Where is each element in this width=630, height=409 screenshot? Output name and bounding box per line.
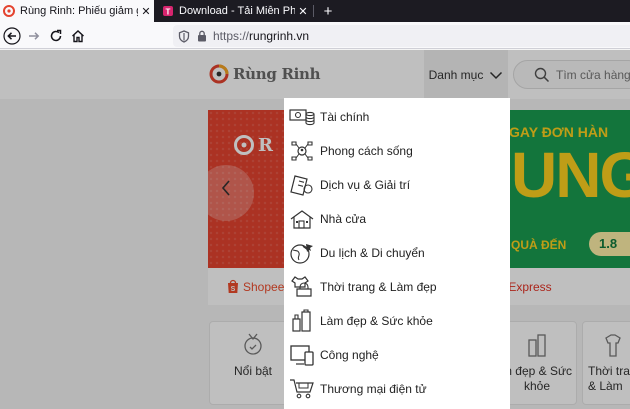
home-button[interactable] [67,25,89,47]
page-content: Rùng Rinh Danh mục Tìm cửa hàng R GAY ĐƠ… [0,50,630,409]
forward-arrow-icon [29,32,40,40]
reload-icon [50,29,62,42]
tab-title: Download - Tải Miễn Phí VN - P [179,5,295,17]
clothing-icon [289,275,315,299]
menu-item-label: Nhà cửa [320,212,367,226]
menu-item-label: Thời trang & Làm đẹp [320,280,437,294]
new-tab-button[interactable]: + [318,0,338,22]
cosmetics-icon [289,309,315,333]
menu-item-nha-cua[interactable]: Nhà cửa [284,202,510,236]
menu-item-thuong-mai[interactable]: Thương mại điện tử [284,372,510,406]
money-icon [289,105,315,129]
close-tab-icon[interactable]: ✕ [295,5,311,18]
menu-item-cong-nghe[interactable]: Công nghệ [284,338,510,372]
browser-tab-bar: Rùng Rinh: Phiếu giảm giá, Ch ✕ T Downlo… [0,0,630,22]
globe-plane-icon [289,241,315,265]
menu-item-label: Công nghệ [320,348,379,362]
back-arrow-icon [3,27,21,45]
menu-item-label: Làm đẹp & Sức khỏe [320,314,433,328]
menu-item-label: Tài chính [320,110,370,124]
tab-rungrinh[interactable]: Rùng Rinh: Phiếu giảm giá, Ch ✕ [0,0,154,22]
tab-separator [313,5,314,17]
rungrinh-favicon-icon [3,5,15,17]
home-icon [72,30,84,43]
menu-item-thoi-trang[interactable]: Thời trang & Làm đẹp [284,270,510,304]
menu-item-lam-dep[interactable]: Làm đẹp & Sức khỏe [284,304,510,338]
address-bar[interactable]: https://rungrinh.vn [173,25,630,47]
menu-item-label: Dịch vụ & Giải trí [320,178,411,192]
url-text: https://rungrinh.vn [213,29,309,43]
tab-title: Rùng Rinh: Phiếu giảm giá, Ch [20,5,138,17]
menu-item-label: Phong cách sống [320,144,413,158]
menu-item-label: Thương mại điện tử [320,382,427,396]
menu-item-phong-cach-song[interactable]: Phong cách sống [284,134,510,168]
url-host: rungrinh.vn [249,29,310,43]
menu-item-label: Du lịch & Di chuyển [320,246,425,260]
category-dropdown-menu: Tài chính Phong cách sống Dịch vụ & Giải… [284,98,510,409]
tab-download[interactable]: T Download - Tải Miễn Phí VN - P ✕ [159,0,311,22]
devices-icon [289,343,315,367]
back-button[interactable] [1,25,23,47]
lock-icon[interactable] [197,30,207,42]
cart-icon [289,377,315,401]
close-tab-icon[interactable]: ✕ [138,5,154,18]
reload-button[interactable] [45,25,67,47]
svg-text:T: T [166,8,171,17]
menu-item-du-lich[interactable]: Du lịch & Di chuyển [284,236,510,270]
house-icon [289,207,315,231]
menu-item-dich-vu[interactable]: Dịch vụ & Giải trí [284,168,510,202]
lifestyle-icon [289,139,315,163]
menu-item-tai-chinh[interactable]: Tài chính [284,100,510,134]
tracking-protection-shield-icon[interactable] [178,29,190,43]
navigation-toolbar: https://rungrinh.vn [0,22,630,49]
ticket-icon [289,173,315,197]
forward-button[interactable] [23,25,45,47]
download-favicon-icon: T [163,6,173,17]
url-scheme: https:// [213,29,250,43]
